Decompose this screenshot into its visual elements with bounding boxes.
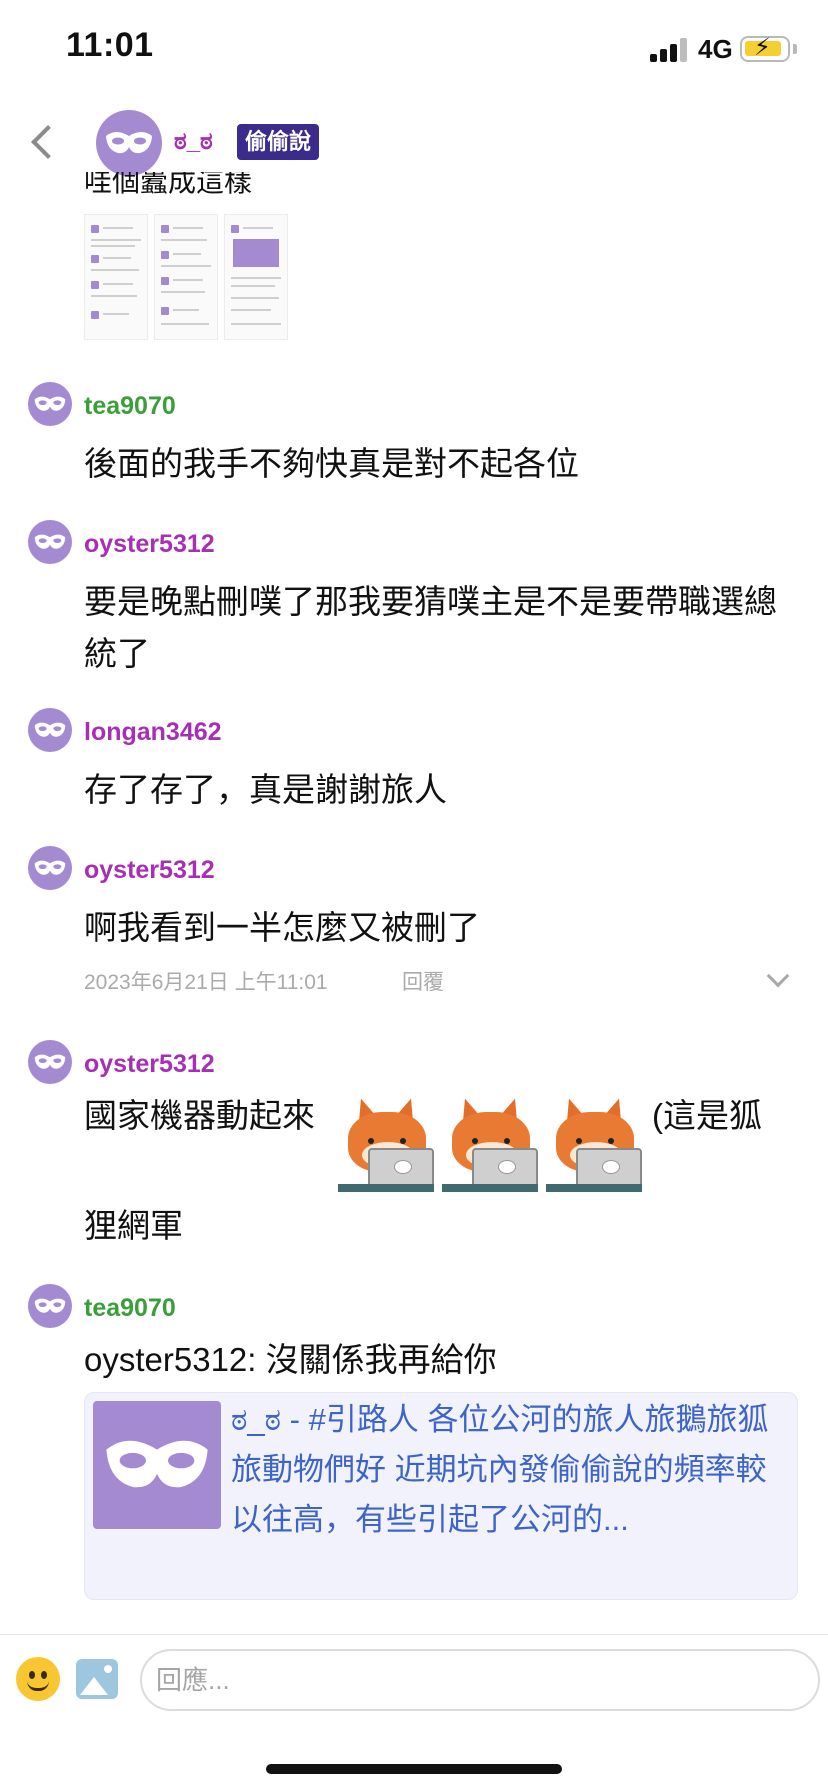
thumbnail-3[interactable] bbox=[224, 214, 288, 340]
avatar[interactable] bbox=[28, 1284, 72, 1328]
reply-input[interactable] bbox=[140, 1649, 820, 1711]
message-text: 啊我看到一半怎麼又被刪了 bbox=[84, 909, 480, 946]
battery-icon: ⚡ bbox=[740, 34, 790, 62]
message-timestamp: 2023年6月21日 上午11:01 bbox=[84, 971, 328, 994]
message-username[interactable]: tea9070 bbox=[84, 1294, 176, 1323]
mask-icon bbox=[34, 860, 66, 875]
avatar[interactable] bbox=[28, 708, 72, 752]
avatar[interactable] bbox=[28, 1040, 72, 1084]
status-time: 11:01 bbox=[66, 26, 154, 64]
fox-sticker bbox=[338, 1096, 434, 1192]
back-icon[interactable] bbox=[26, 120, 62, 164]
status-bar: 11:01 4G ⚡ bbox=[0, 0, 828, 100]
signal-icon bbox=[650, 38, 688, 62]
thumbnail-1[interactable] bbox=[84, 214, 148, 340]
mask-icon bbox=[34, 1054, 66, 1069]
message-text: 要是晚點刪噗了那我要猜噗主是不是要帶職選總統了 bbox=[84, 583, 777, 672]
header-avatar[interactable] bbox=[96, 110, 162, 176]
mask-icon bbox=[34, 722, 66, 737]
message-text: 存了存了，真是謝謝旅人 bbox=[84, 771, 447, 808]
message-text: oyster5312: 沒關係我再給你 bbox=[84, 1341, 497, 1378]
avatar[interactable] bbox=[28, 382, 72, 426]
emoji-icon[interactable] bbox=[16, 1657, 60, 1701]
link-preview-text[interactable]: ಠ_ಠ - #引路人 各位公河的旅人旅鵝旅狐旅動物們好 近期坑內發偷偷說的頻率較… bbox=[231, 1395, 791, 1545]
image-icon[interactable] bbox=[76, 1659, 118, 1699]
fox-sticker bbox=[442, 1096, 538, 1192]
mask-icon bbox=[34, 1298, 66, 1313]
fox-sticker bbox=[546, 1096, 642, 1192]
chevron-down-icon[interactable] bbox=[764, 966, 790, 992]
home-indicator bbox=[266, 1764, 562, 1774]
reply-composer bbox=[0, 1634, 828, 1724]
avatar[interactable] bbox=[28, 846, 72, 890]
message-text: (這是狐 bbox=[652, 1097, 762, 1134]
network-label: 4G bbox=[698, 34, 733, 64]
header-badge: 偷偷說 bbox=[237, 124, 320, 160]
link-preview-thumbnail bbox=[93, 1401, 221, 1529]
avatar[interactable] bbox=[28, 520, 72, 564]
message-username[interactable]: oyster5312 bbox=[84, 1050, 215, 1079]
mask-icon bbox=[106, 1440, 208, 1488]
thumbnail-2[interactable] bbox=[154, 214, 218, 340]
mask-icon bbox=[34, 534, 66, 549]
mask-icon bbox=[106, 132, 152, 154]
link-preview-card[interactable]: ಠ_ಠ - #引路人 各位公河的旅人旅鵝旅狐旅動物們好 近期坑內發偷偷說的頻率較… bbox=[84, 1392, 798, 1600]
image-thumbnails[interactable] bbox=[84, 214, 294, 342]
battery-cap bbox=[793, 44, 797, 54]
message-username[interactable]: longan3462 bbox=[84, 718, 222, 747]
message-username[interactable]: oyster5312 bbox=[84, 856, 215, 885]
message-username[interactable]: tea9070 bbox=[84, 392, 176, 421]
message-text: 狸網軍 bbox=[84, 1207, 183, 1244]
truncated-message-text: 哇個蠹成這樣 bbox=[84, 172, 253, 197]
message-text: 後面的我手不夠快真是對不起各位 bbox=[84, 445, 579, 482]
reply-button[interactable]: 回覆 bbox=[402, 966, 444, 996]
header-name[interactable]: ಠ_ಠ bbox=[174, 128, 213, 156]
message-username[interactable]: oyster5312 bbox=[84, 530, 215, 559]
message-text: 國家機器動起來 bbox=[84, 1097, 315, 1134]
mask-icon bbox=[34, 396, 66, 411]
